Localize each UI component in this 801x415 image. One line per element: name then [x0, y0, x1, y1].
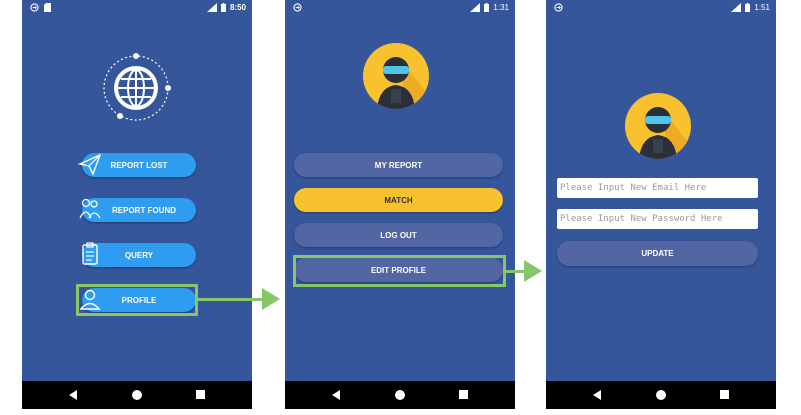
password-field[interactable]: Please Input New Password Here: [557, 209, 758, 229]
edit-profile-highlight-box: [293, 255, 506, 287]
profile-highlight-box: [76, 284, 198, 316]
log-out-label: LOG OUT: [380, 230, 417, 240]
password-placeholder: Please Input New Password Here: [560, 214, 723, 224]
status-bar: 8:50: [22, 0, 252, 16]
signal-icon: [206, 3, 217, 12]
battery-icon: [745, 3, 751, 12]
email-field[interactable]: Please Input New Email Here: [557, 178, 758, 198]
status-time: 1:51: [754, 3, 770, 12]
my-report-button[interactable]: MY REPORT: [294, 153, 503, 177]
update-label: UPDATE: [641, 249, 674, 258]
sd-card-icon: [44, 3, 51, 12]
recent-apps-icon[interactable]: [459, 390, 468, 399]
signal-icon: [470, 3, 481, 12]
match-label: MATCH: [384, 195, 413, 205]
status-bar: 1:31: [285, 0, 515, 16]
globe-logo-icon: [103, 53, 171, 121]
sync-icon: [554, 3, 563, 12]
paper-plane-icon: [77, 153, 102, 176]
email-placeholder: Please Input New Email Here: [560, 183, 707, 193]
arrow-line-2: [506, 270, 526, 273]
phone-screen-profile-menu: 1:31 MY REPORT MATCH LOG OUT EDIT PROFIL…: [285, 0, 515, 409]
status-bar: 1:51: [546, 0, 776, 16]
update-button[interactable]: UPDATE: [557, 241, 758, 266]
battery-icon: [220, 3, 226, 12]
signal-icon: [731, 3, 742, 12]
my-report-label: MY REPORT: [374, 160, 423, 170]
android-nav-bar: [546, 381, 776, 409]
report-lost-label: REPORT LOST: [110, 160, 168, 170]
home-icon[interactable]: [132, 390, 142, 400]
phone-screen-edit-profile: 1:51 Please Input New Email Here Please …: [546, 0, 776, 409]
arrow-line-1: [198, 298, 264, 301]
status-time: 1:31: [493, 3, 509, 12]
back-icon[interactable]: [332, 390, 340, 400]
android-nav-bar: [285, 381, 515, 409]
clipboard-icon: [82, 242, 98, 265]
recent-apps-icon[interactable]: [720, 390, 729, 399]
log-out-button[interactable]: LOG OUT: [294, 223, 503, 247]
sync-icon: [30, 3, 39, 12]
status-time: 8:50: [229, 3, 246, 12]
avatar: [363, 43, 429, 109]
query-label: QUERY: [124, 250, 154, 260]
people-icon: [79, 198, 101, 219]
arrow-right-icon: [262, 288, 280, 310]
phone-screen-home: 8:50 REPORT LOST REPORT FOUND QUERY PROF…: [22, 0, 252, 409]
android-nav-bar: [22, 381, 252, 409]
battery-icon: [484, 3, 490, 12]
arrow-right-icon: [524, 260, 542, 282]
recent-apps-icon[interactable]: [196, 390, 205, 399]
report-found-label: REPORT FOUND: [112, 205, 176, 215]
avatar: [625, 93, 691, 159]
back-icon[interactable]: [69, 390, 77, 400]
sync-icon: [293, 3, 302, 12]
home-icon[interactable]: [656, 390, 666, 400]
home-icon[interactable]: [395, 390, 405, 400]
match-button[interactable]: MATCH: [294, 188, 503, 212]
back-icon[interactable]: [593, 390, 601, 400]
